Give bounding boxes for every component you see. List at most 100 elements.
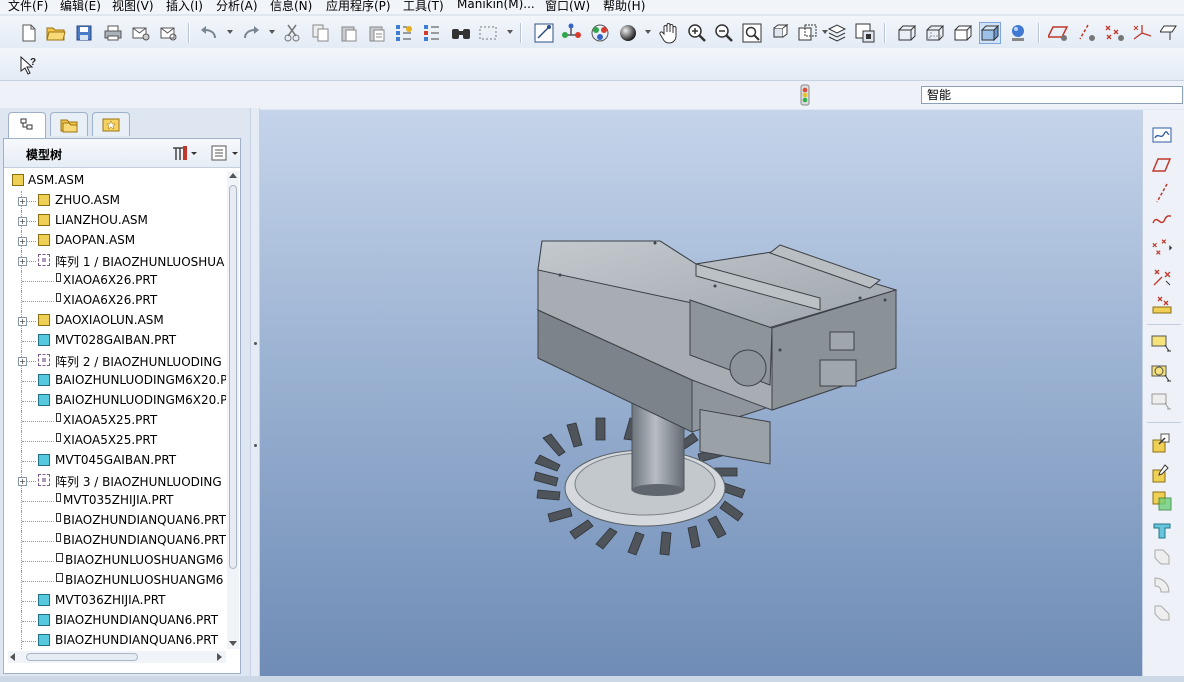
shading-icon[interactable] <box>979 22 1001 44</box>
scroll-left-icon[interactable] <box>10 653 15 661</box>
fillet-icon[interactable] <box>1151 546 1173 568</box>
layers-icon[interactable] <box>826 22 848 44</box>
datum-plane-tool-icon[interactable] <box>1151 154 1173 176</box>
tree-vertical-scrollbar[interactable] <box>227 171 239 649</box>
copy-icon[interactable] <box>310 22 332 44</box>
tree-item[interactable]: BAIOZHUNLUODINGM6X20.PRT <box>4 371 226 391</box>
orient-icon[interactable] <box>589 22 611 44</box>
redo-icon[interactable] <box>240 22 262 44</box>
csys-tool-icon[interactable] <box>1151 332 1173 354</box>
analysis-tool-icon[interactable] <box>1151 362 1173 384</box>
tree-item[interactable]: BIAOZHUNLUOSHUANGM6 <box>4 571 226 591</box>
hidden-line-icon[interactable] <box>924 22 946 44</box>
tree-item[interactable]: MVT045GAIBAN.PRT <box>4 451 226 471</box>
sketch-tool-icon[interactable] <box>1151 124 1173 146</box>
expand-icon[interactable]: + <box>18 357 27 366</box>
tree-vertical-scroll-thumb[interactable] <box>229 185 237 569</box>
tree-item[interactable]: BIAOZHUNDIANQUAN6.PRT <box>4 531 226 551</box>
menu-manikin[interactable]: Manikin(M)... <box>457 0 535 11</box>
tree-horizontal-scrollbar[interactable] <box>8 651 226 663</box>
regenerate-manager-icon[interactable] <box>421 22 443 44</box>
create-component-icon[interactable] <box>1151 462 1173 484</box>
enhanced-realism-icon[interactable] <box>1007 22 1029 44</box>
new-file-icon[interactable] <box>18 22 40 44</box>
tree-item[interactable]: XIAOA5X25.PRT <box>4 431 226 451</box>
scroll-right-icon[interactable] <box>217 653 222 661</box>
tree-item[interactable]: MVT036ZHIJIA.PRT <box>4 591 226 611</box>
panel-sash[interactable] <box>250 108 260 682</box>
tree-settings-icon[interactable] <box>171 144 197 165</box>
spin-center-icon[interactable] <box>533 22 555 44</box>
pan-hand-icon[interactable] <box>658 22 680 44</box>
expand-icon[interactable]: + <box>18 257 27 266</box>
tree-item[interactable]: BIAOZHUNLUOSHUANGM6 <box>4 551 226 571</box>
tree-item[interactable]: XIAOA6X26.PRT <box>4 271 226 291</box>
tree-item[interactable]: BIAOZHUNDIANQUAN6.PRT <box>4 511 226 531</box>
datum-csys-icon[interactable] <box>561 22 583 44</box>
zoom-in-icon[interactable] <box>686 22 708 44</box>
menu-insert[interactable]: 插入(I) <box>166 0 203 14</box>
save-icon[interactable] <box>73 22 95 44</box>
chamfer-icon[interactable] <box>1151 602 1173 624</box>
saved-views-icon[interactable] <box>797 22 819 44</box>
zoom-out-icon[interactable] <box>713 22 735 44</box>
tree-item[interactable]: BIAOZHUNDIANQUAN6.PRT <box>4 611 226 631</box>
assemble-component-icon[interactable] <box>1151 432 1173 454</box>
menu-help[interactable]: 帮助(H) <box>603 0 645 14</box>
tree-item[interactable]: + 阵列 1 / BIAOZHUNLUOSHUA <box>4 251 226 271</box>
round-icon[interactable] <box>1151 574 1173 596</box>
datum-axis-tool-icon[interactable] <box>1151 182 1173 204</box>
csys-display-icon[interactable] <box>1132 22 1154 44</box>
graphics-viewport[interactable] <box>260 110 1142 676</box>
datum-plane-display-icon[interactable] <box>1048 22 1070 44</box>
model-tree-tab-icon[interactable] <box>8 112 46 138</box>
appearance-sphere-icon[interactable] <box>617 22 639 44</box>
menu-applications[interactable]: 应用程序(P) <box>326 0 391 14</box>
tree-item[interactable]: + DAOPAN.ASM <box>4 231 226 251</box>
tree-show-icon[interactable] <box>210 144 240 165</box>
menu-analysis[interactable]: 分析(A) <box>216 0 258 14</box>
menu-tools[interactable]: 工具(T) <box>403 0 444 14</box>
tree-item[interactable]: ASM.ASM <box>4 171 226 191</box>
wireframe-icon[interactable] <box>896 22 918 44</box>
expand-icon[interactable]: + <box>18 197 27 206</box>
tree-item[interactable]: + LIANZHOU.ASM <box>4 211 226 231</box>
component-tool-icon[interactable] <box>1151 390 1173 412</box>
refit-icon[interactable] <box>741 22 763 44</box>
tree-item[interactable]: XIAOA5X25.PRT <box>4 411 226 431</box>
mirror-component-icon[interactable] <box>1151 490 1173 512</box>
tree-item[interactable]: XIAOA6X26.PRT <box>4 291 226 311</box>
select-box-icon[interactable] <box>477 22 499 44</box>
tree-item[interactable]: MVT028GAIBAN.PRT <box>4 331 226 351</box>
tree-item[interactable]: BIAOZHUNDIANQUAN6.PRT <box>4 631 226 649</box>
field-point-tool-icon[interactable] <box>1151 294 1173 316</box>
find-icon[interactable] <box>450 22 472 44</box>
offset-point-tool-icon[interactable] <box>1151 266 1173 288</box>
datum-point-tool-icon[interactable] <box>1151 236 1173 258</box>
weld-icon[interactable] <box>1151 520 1173 542</box>
folder-browser-tab-icon[interactable] <box>50 112 88 136</box>
scroll-up-icon[interactable] <box>229 173 237 178</box>
favorites-tab-icon[interactable] <box>92 112 130 136</box>
tree-item[interactable]: + ZHUO.ASM <box>4 191 226 211</box>
regenerate-icon[interactable] <box>393 22 415 44</box>
expand-icon[interactable]: + <box>18 237 27 246</box>
datum-point-display-icon[interactable] <box>1104 22 1126 44</box>
menu-view[interactable]: 视图(V) <box>112 0 154 14</box>
tree-item[interactable]: BAIOZHUNLUODINGM6X20.PRT <box>4 391 226 411</box>
menu-window[interactable]: 窗口(W) <box>545 0 590 14</box>
no-hidden-icon[interactable] <box>952 22 974 44</box>
open-folder-icon[interactable] <box>45 22 67 44</box>
undo-icon[interactable] <box>198 22 220 44</box>
menu-edit[interactable]: 编辑(E) <box>60 0 101 14</box>
expand-icon[interactable]: + <box>18 477 27 486</box>
tree-item[interactable]: + DAOXIAOLUN.ASM <box>4 311 226 331</box>
cut-icon[interactable] <box>281 22 303 44</box>
datum-axis-display-icon[interactable] <box>1076 22 1098 44</box>
datum-curve-tool-icon[interactable] <box>1151 208 1173 230</box>
expand-icon[interactable]: + <box>18 217 27 226</box>
tree-horizontal-scroll-thumb[interactable] <box>26 653 138 661</box>
scroll-down-icon[interactable] <box>229 641 237 646</box>
expand-icon[interactable]: + <box>18 317 27 326</box>
menu-file[interactable]: 文件(F) <box>8 0 48 14</box>
